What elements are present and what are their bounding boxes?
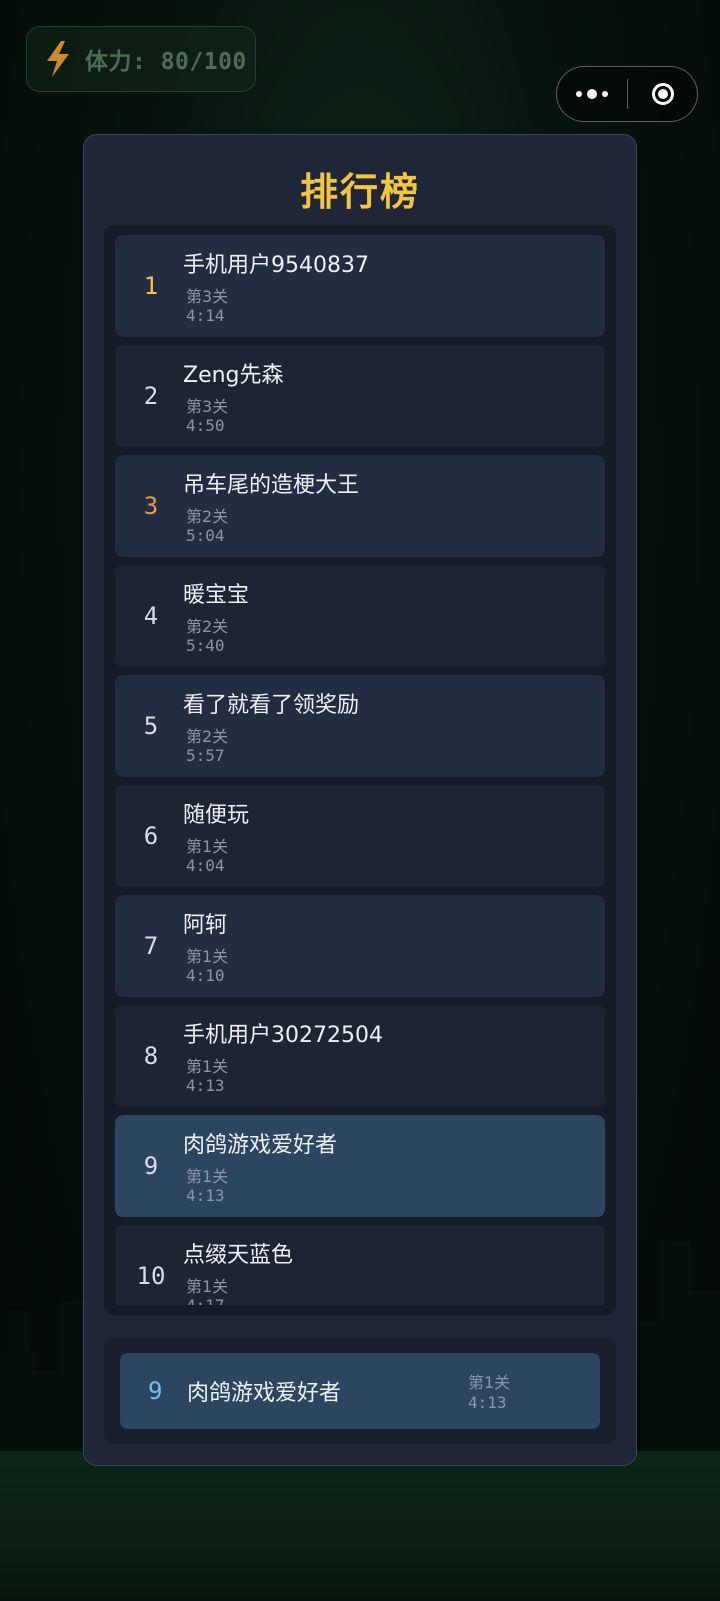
rank-number: 5 xyxy=(143,712,159,740)
rank-number: 2 xyxy=(143,382,159,410)
stamina-indicator: 体力: 80/100 xyxy=(26,26,256,92)
rank-number: 4 xyxy=(143,602,159,630)
my-player-time: 4:13 xyxy=(468,1393,507,1412)
leaderboard-title: 排行榜 xyxy=(299,170,420,214)
player-level: 第2关 xyxy=(186,507,229,526)
leaderboard-row: 7 阿轲 第1关 4:10 xyxy=(115,895,605,997)
player-time: 4:04 xyxy=(186,856,225,875)
player-name: 手机用户30272504 xyxy=(183,1023,383,1048)
leaderboard-list-container: 1 手机用户9540837 第3关 4:14 2 Zeng先森 第3关 4:50… xyxy=(104,225,616,1315)
my-rank-number: 9 xyxy=(148,1377,163,1405)
target-circle-icon xyxy=(651,83,674,105)
rank-number: 1 xyxy=(143,272,159,300)
leaderboard-row: 10 点缀天蓝色 第1关 4:17 xyxy=(115,1225,605,1305)
player-level: 第1关 xyxy=(186,1277,229,1296)
player-time: 5:04 xyxy=(186,526,225,545)
rank-number: 10 xyxy=(136,1262,166,1290)
leaderboard-list[interactable]: 1 手机用户9540837 第3关 4:14 2 Zeng先森 第3关 4:50… xyxy=(115,235,605,1305)
close-button[interactable] xyxy=(628,67,697,121)
player-name: 点缀天蓝色 xyxy=(183,1243,294,1268)
leaderboard-row-current-user: 9 肉鸽游戏爱好者 第1关 4:13 xyxy=(115,1115,605,1217)
my-rank-row: 9 肉鸽游戏爱好者 第1关 4:13 xyxy=(120,1353,600,1429)
leaderboard-row: 5 看了就看了领奖励 第2关 5:57 xyxy=(115,675,605,777)
player-level: 第3关 xyxy=(186,397,229,416)
player-level: 第1关 xyxy=(186,947,229,966)
player-time: 4:14 xyxy=(186,306,225,325)
rank-number: 6 xyxy=(143,822,159,850)
my-player-name: 肉鸽游戏爱好者 xyxy=(187,1381,342,1406)
rank-number: 9 xyxy=(143,1152,159,1180)
miniprogram-capsule xyxy=(556,66,698,122)
leaderboard-row: 4 暖宝宝 第2关 5:40 xyxy=(115,565,605,667)
player-name: 阿轲 xyxy=(183,913,228,938)
player-name: 随便玩 xyxy=(183,803,250,828)
background-ground xyxy=(0,1451,720,1601)
player-time: 4:50 xyxy=(186,416,225,435)
leaderboard-row: 1 手机用户9540837 第3关 4:14 xyxy=(115,235,605,337)
leaderboard-row: 3 吊车尾的造梗大王 第2关 5:04 xyxy=(115,455,605,557)
rank-number: 7 xyxy=(143,932,159,960)
player-level: 第2关 xyxy=(186,727,229,746)
my-player-level: 第1关 xyxy=(468,1373,511,1392)
player-time: 5:40 xyxy=(186,636,225,655)
leaderboard-row: 8 手机用户30272504 第1关 4:13 xyxy=(115,1005,605,1107)
player-level: 第2关 xyxy=(186,617,229,636)
more-button[interactable] xyxy=(557,67,627,121)
player-name: 暖宝宝 xyxy=(183,583,250,608)
stamina-label: 体力: 80/100 xyxy=(85,49,247,75)
player-time: 4:17 xyxy=(186,1296,225,1305)
player-time: 4:10 xyxy=(186,966,225,985)
player-name: 看了就看了领奖励 xyxy=(183,693,360,718)
player-level: 第1关 xyxy=(186,837,229,856)
leaderboard-row: 2 Zeng先森 第3关 4:50 xyxy=(115,345,605,447)
my-rank-container: 9 肉鸽游戏爱好者 第1关 4:13 xyxy=(104,1338,616,1444)
player-time: 4:13 xyxy=(186,1186,225,1205)
player-level: 第1关 xyxy=(186,1057,229,1076)
player-level: 第1关 xyxy=(186,1167,229,1186)
rank-number: 8 xyxy=(143,1042,159,1070)
player-name: 肉鸽游戏爱好者 xyxy=(183,1133,338,1158)
rank-number: 3 xyxy=(143,492,159,520)
player-name: 手机用户9540837 xyxy=(183,253,369,278)
player-name: 吊车尾的造梗大王 xyxy=(183,473,360,498)
player-time: 4:13 xyxy=(186,1076,225,1095)
player-level: 第3关 xyxy=(186,287,229,306)
lightning-bolt-icon xyxy=(39,37,77,81)
leaderboard-row: 6 随便玩 第1关 4:04 xyxy=(115,785,605,887)
player-time: 5:57 xyxy=(186,746,225,765)
player-name: Zeng先森 xyxy=(183,363,284,388)
leaderboard-panel: 排行榜 1 手机用户9540837 第3关 4:14 2 Zeng先森 第3关 … xyxy=(83,134,637,1466)
